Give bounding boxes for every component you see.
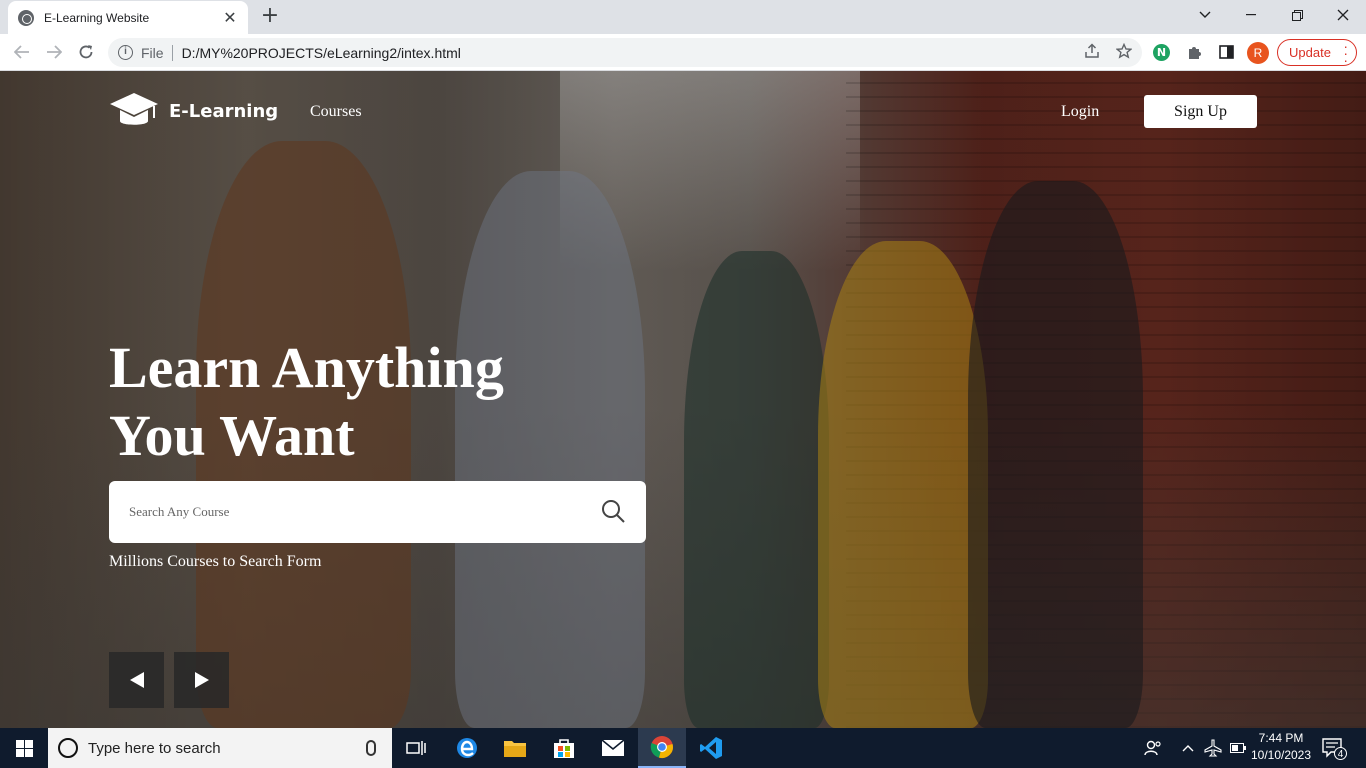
windows-logo-icon: [15, 739, 33, 757]
slider-prev-button[interactable]: [109, 652, 164, 708]
close-window-button[interactable]: [1320, 0, 1366, 30]
notification-count-badge: 4: [1334, 747, 1347, 760]
arrow-right-icon: [47, 45, 62, 59]
course-search-box: [109, 481, 646, 543]
store-icon: [554, 739, 574, 758]
new-tab-button[interactable]: +: [258, 5, 282, 29]
chrome-app[interactable]: [638, 728, 686, 768]
triangle-right-icon: [194, 672, 209, 688]
reload-button[interactable]: [74, 40, 98, 64]
hero-headline: Learn Anything You Want: [109, 334, 504, 470]
folder-icon: [504, 741, 526, 757]
mail-app[interactable]: [589, 728, 637, 768]
task-view-button[interactable]: [392, 728, 440, 768]
headline-line-2: You Want: [109, 403, 355, 468]
microphone-icon[interactable]: [366, 740, 376, 756]
slider-next-button[interactable]: [174, 652, 229, 708]
share-icon[interactable]: [1084, 43, 1100, 59]
signup-button[interactable]: Sign Up: [1144, 95, 1257, 128]
edge-app[interactable]: [443, 728, 491, 768]
chevron-down-icon: [1199, 11, 1211, 18]
browser-tab-strip: E-Learning Website ✕ +: [0, 0, 1366, 34]
cortana-icon: [58, 738, 78, 758]
address-bar[interactable]: i File D:/MY%20PROJECTS/eLearning2/intex…: [108, 38, 1142, 67]
url-text[interactable]: D:/MY%20PROJECTS/eLearning2/intex.html: [182, 45, 461, 61]
more-menu-icon[interactable]: · · ·: [1343, 39, 1348, 67]
taskbar-search-box[interactable]: Type here to search: [48, 728, 392, 768]
start-button[interactable]: [0, 728, 48, 768]
hero-photo-person: [818, 241, 988, 728]
vscode-app[interactable]: [687, 728, 735, 768]
hero-tagline: Millions Courses to Search Form: [109, 553, 322, 570]
update-button[interactable]: Update · · ·: [1277, 39, 1357, 67]
clock-date: 10/10/2023: [1250, 748, 1312, 762]
airplane-mode-icon[interactable]: [1204, 728, 1222, 768]
microsoft-store-app[interactable]: [540, 728, 588, 768]
headline-line-1: Learn Anything: [109, 335, 504, 400]
show-hidden-icons-chevron-up-icon[interactable]: [1182, 728, 1194, 768]
battery-icon[interactable]: [1230, 728, 1246, 768]
browser-toolbar: i File D:/MY%20PROJECTS/eLearning2/intex…: [0, 34, 1366, 71]
side-panel-icon[interactable]: [1216, 42, 1236, 62]
hero-photo-person: [968, 181, 1143, 728]
update-label: Update: [1289, 45, 1331, 60]
task-view-icon: [406, 741, 426, 755]
file-explorer-app[interactable]: [491, 728, 539, 768]
brand-logo[interactable]: E-Learning: [109, 91, 278, 131]
hero-photo-person: [684, 251, 829, 728]
course-search-input[interactable]: [129, 504, 589, 520]
tab-search-button[interactable]: [1182, 0, 1228, 30]
graduation-cap-icon: [110, 93, 158, 125]
triangle-left-icon: [129, 672, 144, 688]
restore-button[interactable]: [1274, 0, 1320, 30]
arrow-left-icon: [14, 45, 29, 59]
vscode-icon: [700, 737, 722, 759]
extension-n-icon[interactable]: N: [1153, 44, 1170, 61]
windows-taskbar: Type here to search 7:44 PM 10/10/2023 4: [0, 728, 1366, 768]
extensions-puzzle-icon[interactable]: [1184, 42, 1204, 62]
profile-avatar[interactable]: R: [1247, 42, 1269, 64]
nav-courses-link[interactable]: Courses: [310, 103, 362, 121]
reload-icon: [79, 45, 93, 59]
globe-icon: [18, 9, 34, 26]
url-separator: [171, 44, 173, 61]
search-icon[interactable]: [601, 499, 626, 524]
people-icon[interactable]: [1144, 728, 1162, 768]
nav-login-link[interactable]: Login: [1061, 103, 1099, 121]
url-scheme: File: [141, 44, 164, 61]
system-clock[interactable]: 7:44 PM 10/10/2023: [1250, 730, 1312, 764]
close-tab-icon[interactable]: ✕: [222, 8, 238, 27]
taskbar-search-placeholder: Type here to search: [88, 739, 221, 757]
omnibox-actions: [1084, 43, 1132, 59]
back-button[interactable]: [10, 40, 34, 64]
bookmark-star-icon[interactable]: [1116, 43, 1132, 59]
chrome-icon: [650, 736, 673, 758]
minimize-button[interactable]: [1228, 0, 1274, 30]
forward-button[interactable]: [42, 40, 66, 64]
info-icon[interactable]: i: [118, 45, 133, 60]
tab-title: E-Learning Website: [44, 10, 150, 25]
notification-center-button[interactable]: 4: [1322, 738, 1347, 760]
hero-section: E-Learning Courses Login Sign Up Learn A…: [0, 71, 1366, 728]
brand-name: E-Learning: [169, 100, 279, 122]
clock-time: 7:44 PM: [1258, 731, 1304, 745]
browser-tab[interactable]: E-Learning Website ✕: [8, 1, 248, 34]
mail-icon: [601, 739, 625, 756]
edge-icon: [457, 738, 477, 758]
